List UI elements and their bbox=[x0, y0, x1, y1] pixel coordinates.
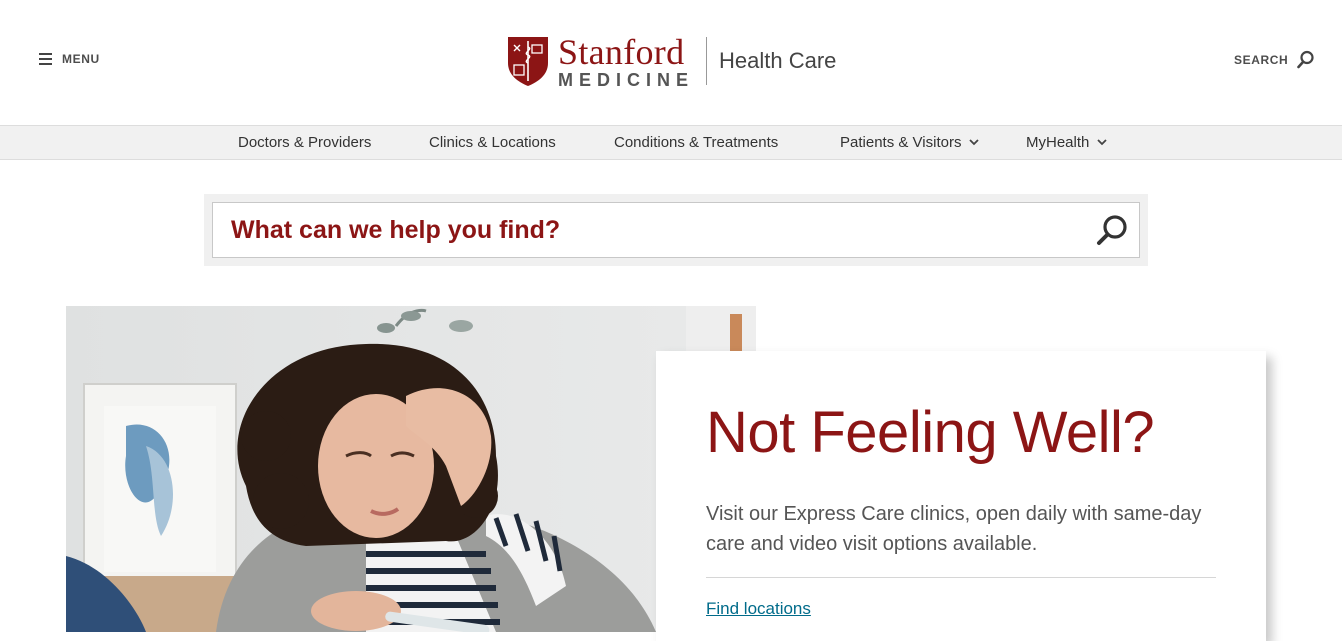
stanford-shield-icon bbox=[508, 37, 548, 86]
logo-stanford-text: Stanford bbox=[558, 31, 685, 72]
menu-label: MENU bbox=[62, 52, 100, 66]
find-locations-link[interactable]: Find locations bbox=[706, 599, 811, 619]
search-label: SEARCH bbox=[1234, 53, 1289, 67]
logo-wordmark: Stanford MEDICINE bbox=[558, 34, 694, 89]
main-nav: Doctors & Providers Clinics & Locations … bbox=[0, 125, 1342, 160]
nav-item-doctors-providers[interactable]: Doctors & Providers bbox=[238, 134, 371, 151]
hero-photo bbox=[66, 306, 756, 632]
chevron-down-icon bbox=[969, 139, 980, 146]
card-divider bbox=[706, 577, 1216, 578]
site-header: MENU Stanford MEDICINE Health Care SEARC… bbox=[0, 0, 1342, 125]
nav-item-patients-visitors[interactable]: Patients & Visitors bbox=[840, 134, 980, 151]
menu-button[interactable]: MENU bbox=[39, 52, 100, 66]
search-input[interactable] bbox=[231, 215, 1071, 245]
card-title: Not Feeling Well? bbox=[706, 400, 1155, 465]
search-submit-icon[interactable] bbox=[1095, 214, 1131, 248]
hamburger-icon bbox=[39, 53, 52, 65]
nav-item-clinics-locations[interactable]: Clinics & Locations bbox=[429, 134, 556, 151]
nav-item-label: Doctors & Providers bbox=[238, 134, 372, 151]
search-icon bbox=[1297, 50, 1314, 69]
header-search-button[interactable]: SEARCH bbox=[1234, 50, 1314, 70]
nav-item-conditions-treatments[interactable]: Conditions & Treatments bbox=[614, 134, 778, 151]
nav-item-myhealth[interactable]: MyHealth bbox=[1026, 134, 1107, 151]
chevron-down-icon bbox=[1097, 139, 1107, 146]
stanford-health-care-logo[interactable]: Stanford MEDICINE Health Care bbox=[506, 34, 837, 89]
search-field bbox=[212, 202, 1140, 258]
card-body: Visit our Express Care clinics, open dai… bbox=[706, 503, 1202, 555]
nav-item-label: MyHealth bbox=[1026, 134, 1090, 151]
express-care-card: Not Feeling Well? Visit our Express Care… bbox=[656, 351, 1266, 641]
nav-item-label: Clinics & Locations bbox=[429, 134, 556, 151]
logo-divider bbox=[706, 37, 708, 85]
nav-item-label: Conditions & Treatments bbox=[614, 134, 779, 151]
logo-medicine-text: MEDICINE bbox=[558, 69, 695, 90]
logo-health-care-text: Health Care bbox=[719, 48, 837, 73]
woman-with-fever-photo bbox=[66, 306, 756, 632]
nav-item-label: Patients & Visitors bbox=[840, 134, 962, 151]
site-search-box bbox=[204, 194, 1148, 266]
